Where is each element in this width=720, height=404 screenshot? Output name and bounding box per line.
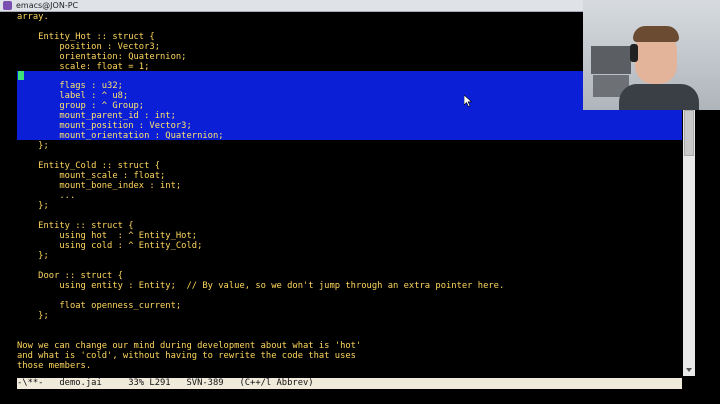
- code-line: };: [17, 251, 49, 261]
- mouse-pointer: [463, 92, 473, 111]
- code-line: float openness_current;: [17, 301, 182, 311]
- code-line: ...: [17, 191, 76, 201]
- code-line: position : Vector3;: [17, 42, 160, 52]
- mode-line: -\**- demo.jai 33% L291 SVN-389 (C++/l A…: [17, 378, 682, 389]
- emacs-app-icon: [3, 1, 12, 10]
- webcam-overlay: [583, 0, 720, 110]
- code-line: Entity :: struct {: [17, 221, 134, 231]
- code-line: group : ^ Group;: [17, 101, 145, 111]
- code-line: mount_orientation : Quaternion;: [17, 131, 224, 141]
- code-line: mount_scale : float;: [17, 171, 166, 181]
- code-line: mount_parent_id : int;: [17, 111, 176, 121]
- code-line: using hot : ^ Entity_Hot;: [17, 231, 198, 241]
- webcam-shelf: [591, 46, 631, 74]
- code-line: mount_position : Vector3;: [17, 121, 192, 131]
- code-line: using entity : Entity; // By value, so w…: [17, 281, 505, 291]
- presenter-body: [619, 84, 699, 110]
- code-line: scale: float = 1;: [17, 62, 150, 72]
- scrollbar-thumb[interactable]: [684, 110, 694, 156]
- scroll-down-arrow-icon[interactable]: [686, 368, 692, 372]
- bottom-bar: [0, 391, 720, 404]
- code-line: using cold : ^ Entity_Cold;: [17, 241, 203, 251]
- code-line: };: [17, 141, 49, 151]
- text-cursor: [18, 71, 24, 80]
- code-line: Now we can change our mind during develo…: [17, 341, 362, 351]
- window-title: emacs@JON-PC: [16, 1, 79, 10]
- code-line: orientation: Quaternion;: [17, 52, 187, 62]
- code-line: and what is 'cold', without having to re…: [17, 351, 356, 361]
- headset-icon: [630, 44, 638, 62]
- code-line: array.: [17, 12, 49, 22]
- code-line: Entity_Hot :: struct {: [17, 32, 155, 42]
- code-line: those members.: [17, 361, 92, 371]
- window-titlebar: emacs@JON-PC: [0, 0, 583, 12]
- code-line: Door :: struct {: [17, 271, 123, 281]
- presenter-hair: [633, 26, 679, 42]
- code-line: flags : u32;: [17, 81, 123, 91]
- editor-gutter: [0, 12, 17, 376]
- code-line: };: [17, 201, 49, 211]
- code-line: label : ^ u8;: [17, 91, 129, 101]
- code-line: Entity_Cold :: struct {: [17, 161, 160, 171]
- code-line: };: [17, 311, 49, 321]
- code-line: mount_bone_index : int;: [17, 181, 182, 191]
